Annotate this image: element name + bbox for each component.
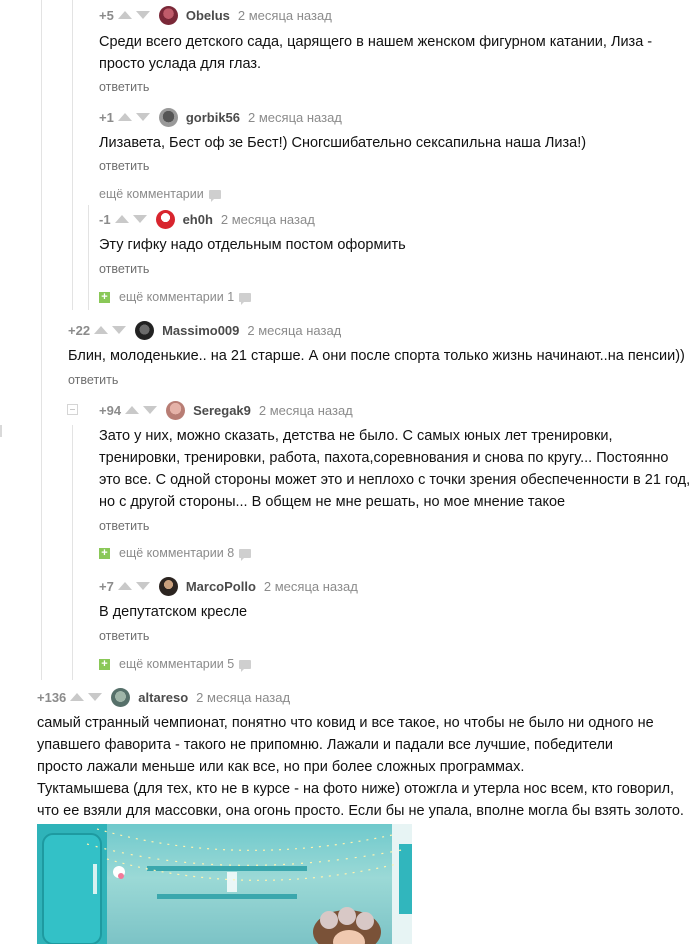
thread-line[interactable] <box>41 0 42 680</box>
comment-text: Эту гифку надо отдельным постом оформить <box>99 237 406 253</box>
upvote-icon[interactable] <box>114 215 129 223</box>
comment-header: +136 altareso 2 месяца назад <box>37 687 290 707</box>
comment-author[interactable]: Seregak9 <box>193 403 251 418</box>
more-comments-label: ещё комментарии 1 <box>119 290 235 304</box>
reply-button[interactable]: ответить <box>99 80 149 94</box>
reply-button[interactable]: ответить <box>68 373 118 387</box>
downvote-icon[interactable] <box>135 11 150 19</box>
upvote-icon[interactable] <box>94 326 109 334</box>
comment-time[interactable]: 2 месяца назад <box>196 690 290 705</box>
comment-text: самый странный чемпионат, понятно что ко… <box>37 715 654 775</box>
comment-text: Лизавета, Бест оф зе Бест!) Сногсшибател… <box>99 135 587 151</box>
comment-header: +1 gorbik56 2 месяца назад <box>99 107 342 127</box>
avatar[interactable] <box>158 576 178 596</box>
comment-bubble-icon <box>239 292 252 305</box>
reply-button[interactable]: ответить <box>99 262 149 276</box>
more-comments-link[interactable]: ещё комментарии <box>99 187 221 202</box>
comment-photo[interactable] <box>37 824 412 944</box>
comment-rating: +94 <box>99 402 122 418</box>
avatar[interactable] <box>155 209 175 229</box>
comment-header: -1 eh0h 2 месяца назад <box>99 209 315 229</box>
comment-author[interactable]: Obelus <box>186 8 230 23</box>
expand-plus-icon[interactable]: + <box>99 658 110 670</box>
comment-time[interactable]: 2 месяца назад <box>259 403 353 418</box>
comment-bubble-icon <box>208 189 221 202</box>
thread-line[interactable] <box>72 0 73 310</box>
comment-author[interactable]: gorbik56 <box>186 110 240 125</box>
more-comments-link[interactable]: + ещё комментарии 5 <box>99 657 252 672</box>
reply-button[interactable]: ответить <box>99 519 149 533</box>
photo-scene <box>37 824 412 944</box>
comment-time[interactable]: 2 месяца назад <box>238 8 332 23</box>
comment-text: В депутатском кресле <box>99 604 248 620</box>
downvote-icon[interactable] <box>88 693 103 701</box>
upvote-icon[interactable] <box>117 11 132 19</box>
downvote-icon[interactable] <box>135 582 150 590</box>
comment-author[interactable]: eh0h <box>183 212 213 227</box>
avatar[interactable] <box>111 687 131 707</box>
comment-rating: +1 <box>99 109 114 125</box>
comment-rating: -1 <box>99 211 111 227</box>
comment-text-continued: Туктамышева (для тех, кто не в курсе - н… <box>37 781 684 819</box>
comment-header: +22 Massimo009 2 месяца назад <box>68 320 341 340</box>
comment-rating: +136 <box>37 689 67 705</box>
upvote-icon[interactable] <box>117 582 132 590</box>
avatar[interactable] <box>135 320 155 340</box>
comment-header: +94 Seregak9 2 месяца назад <box>99 400 353 420</box>
comment-header: +5 Obelus 2 месяца назад <box>99 5 332 25</box>
comment-text: Блин, молоденькие.. на 21 старше. А они … <box>68 348 685 364</box>
thread-line[interactable] <box>72 425 73 680</box>
upvote-icon[interactable] <box>70 693 85 701</box>
collapse-thread-icon[interactable] <box>67 404 78 415</box>
reply-button[interactable]: ответить <box>99 629 149 643</box>
comment-text: Зато у них, можно сказать, детства не бы… <box>99 428 691 510</box>
reply-button[interactable]: ответить <box>99 159 149 173</box>
more-comments-link[interactable]: + ещё комментарии 1 <box>99 290 252 305</box>
thread-line[interactable] <box>88 205 89 310</box>
more-comments-link[interactable]: + ещё комментарии 8 <box>99 546 252 561</box>
more-comments-label: ещё комментарии 8 <box>119 546 235 560</box>
scroll-marker <box>0 425 2 437</box>
comment-time[interactable]: 2 месяца назад <box>221 212 315 227</box>
more-comments-label: ещё комментарии <box>99 187 204 201</box>
comment-author[interactable]: altareso <box>138 690 188 705</box>
upvote-icon[interactable] <box>117 113 132 121</box>
downvote-icon[interactable] <box>132 215 147 223</box>
comment-rating: +22 <box>68 322 91 338</box>
comment-rating: +5 <box>99 7 114 23</box>
comment-time[interactable]: 2 месяца назад <box>264 579 358 594</box>
comment-bubble-icon <box>239 548 252 561</box>
downvote-icon[interactable] <box>135 113 150 121</box>
comment-rating: +7 <box>99 578 114 594</box>
comment-author[interactable]: MarcoPollo <box>186 579 256 594</box>
comment-text: Среди всего детского сада, царящего в на… <box>99 34 653 72</box>
comment-header: +7 MarcoPollo 2 месяца назад <box>99 576 358 596</box>
comment-time[interactable]: 2 месяца назад <box>248 110 342 125</box>
expand-plus-icon[interactable]: + <box>99 547 110 559</box>
expand-plus-icon[interactable]: + <box>99 291 110 303</box>
avatar[interactable] <box>158 5 178 25</box>
avatar[interactable] <box>158 107 178 127</box>
comment-bubble-icon <box>239 659 252 672</box>
downvote-icon[interactable] <box>112 326 127 334</box>
comment-time[interactable]: 2 месяца назад <box>247 323 341 338</box>
avatar[interactable] <box>166 400 186 420</box>
upvote-icon[interactable] <box>125 406 140 414</box>
downvote-icon[interactable] <box>143 406 158 414</box>
more-comments-label: ещё комментарии 5 <box>119 657 235 671</box>
comment-author[interactable]: Massimo009 <box>162 323 239 338</box>
